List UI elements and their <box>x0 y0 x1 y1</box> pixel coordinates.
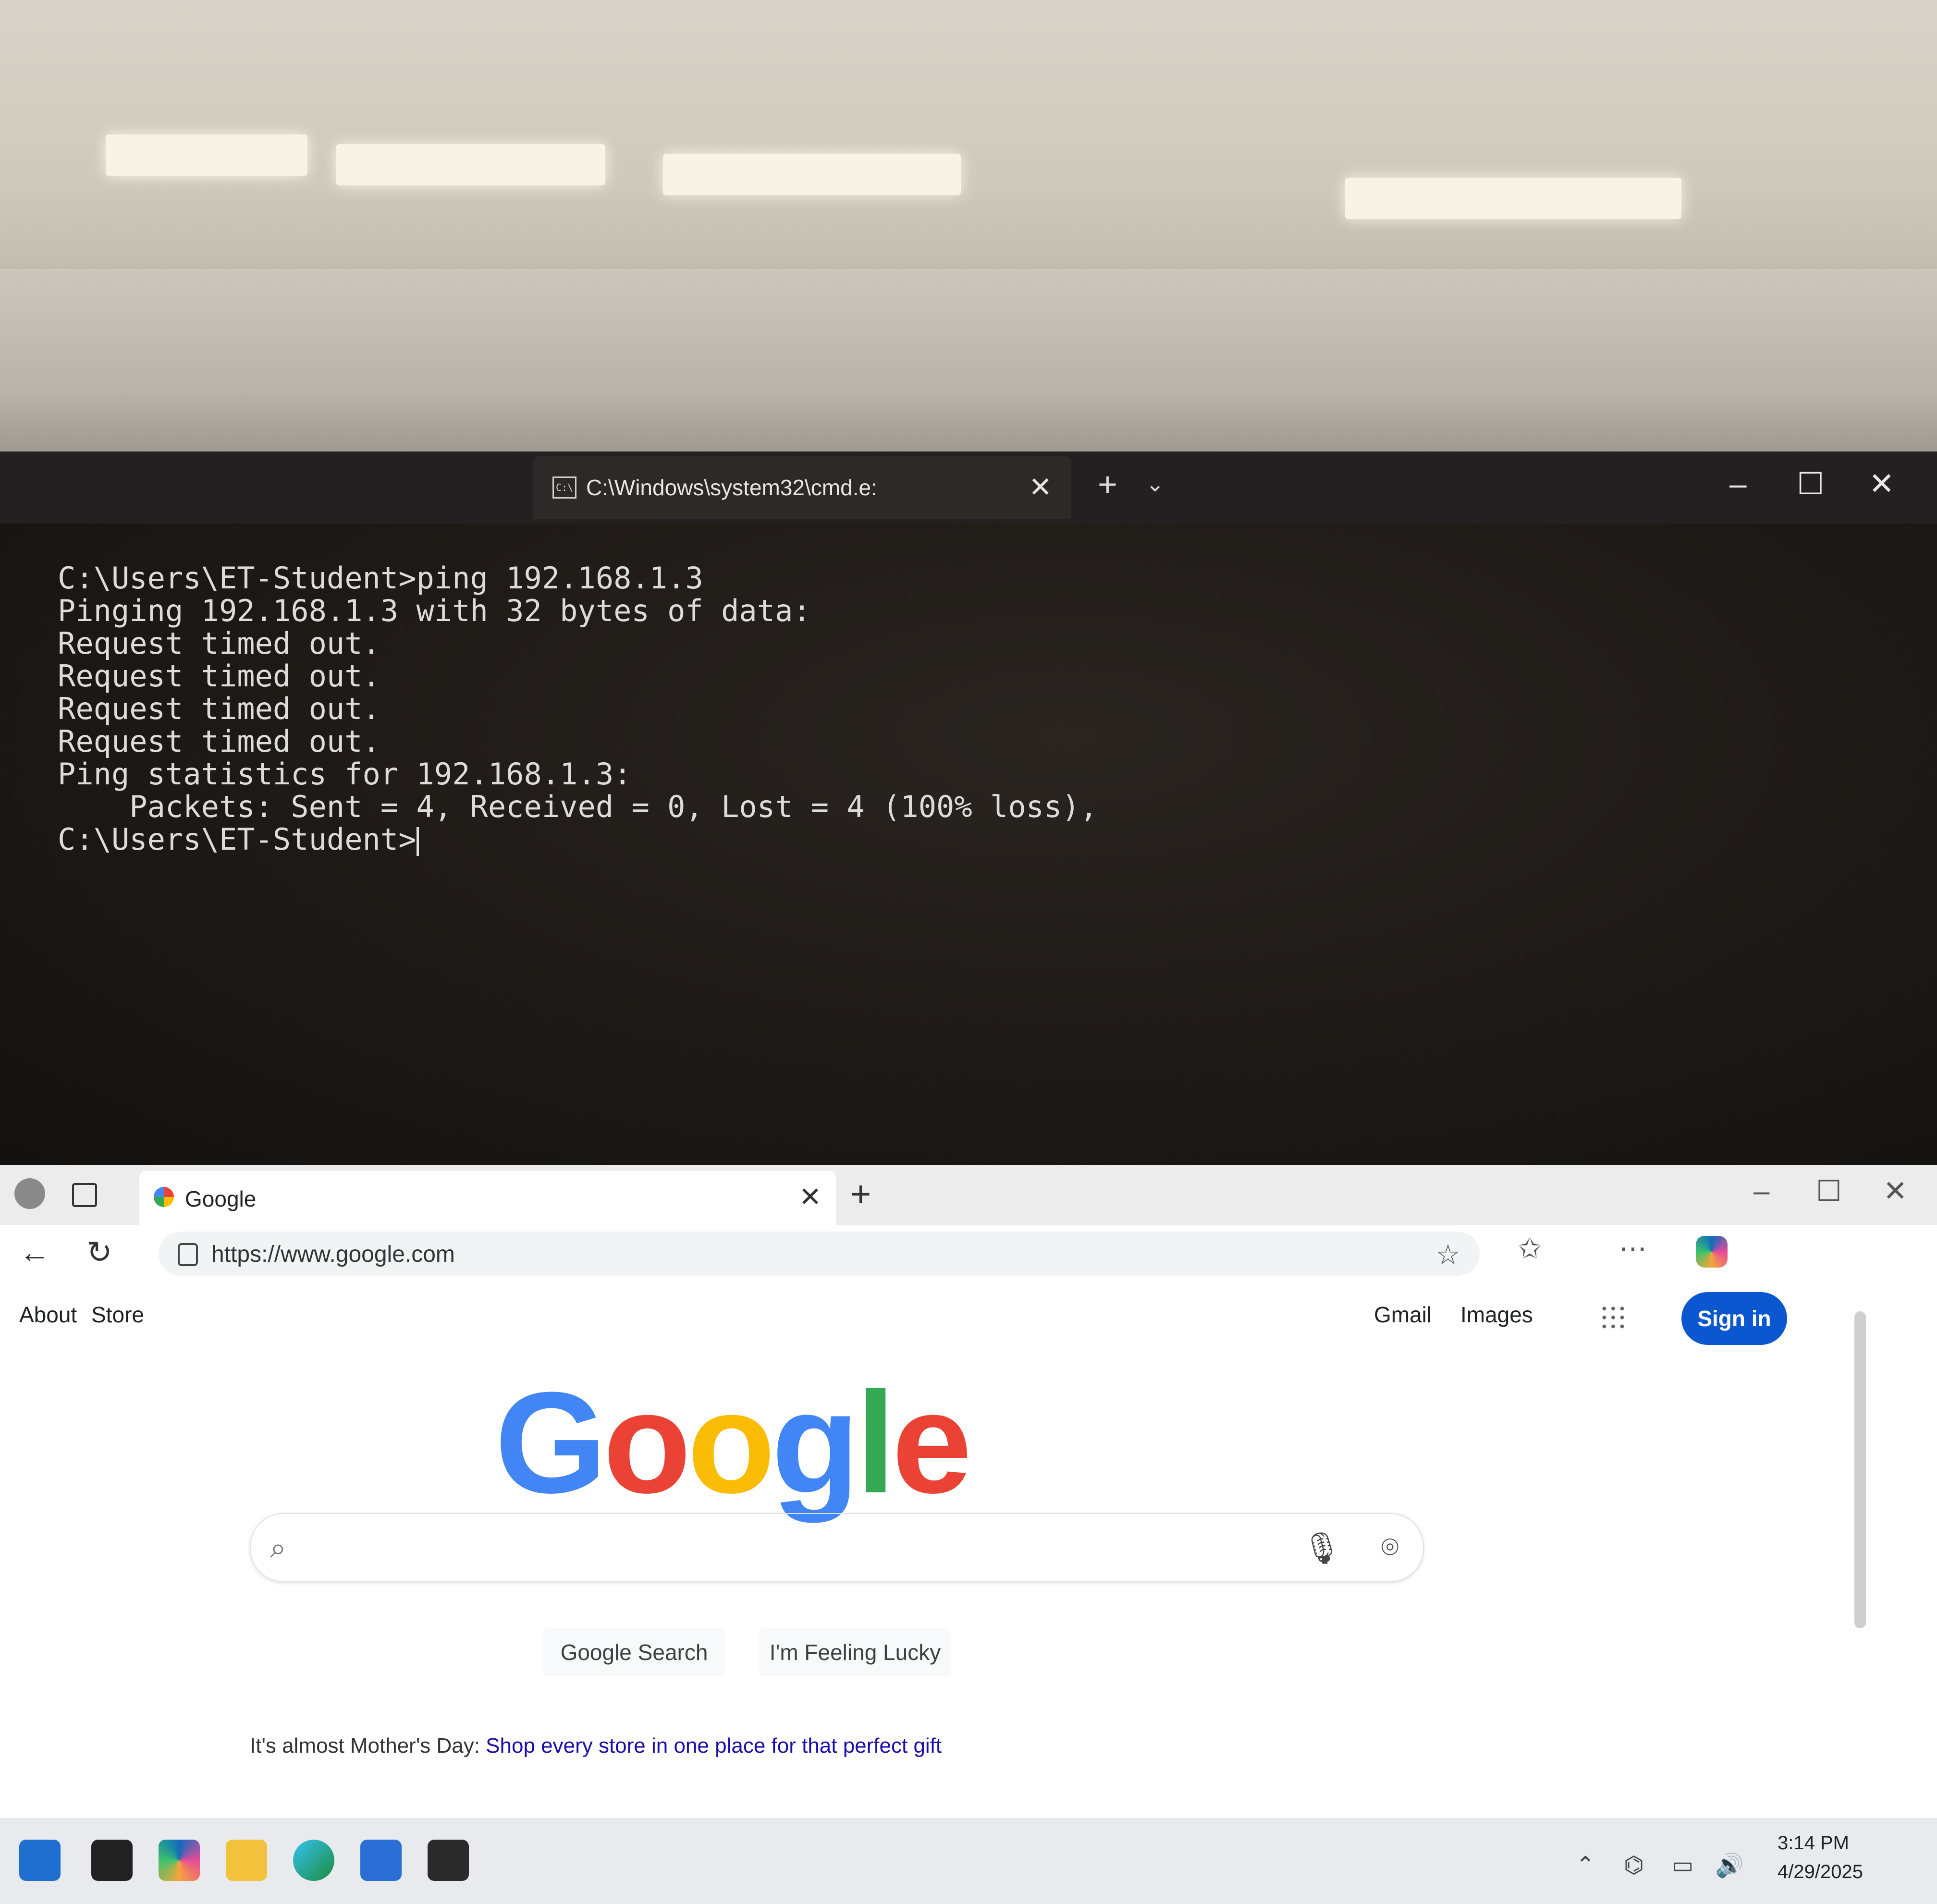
minimize-icon[interactable]: – <box>1753 1174 1769 1208</box>
plus-icon[interactable]: + <box>1098 465 1117 503</box>
gmail-link[interactable]: Gmail <box>1374 1302 1432 1328</box>
terminal-prompt: C:\Users\ET-Student> <box>58 822 417 857</box>
new-tab-plus-icon[interactable]: + <box>850 1173 871 1214</box>
lock-icon[interactable] <box>178 1243 198 1266</box>
terminal-output[interactable]: C:\Users\ET-Student>ping 192.168.1.3 Ping… <box>58 562 1098 856</box>
promo-link[interactable]: Shop every store in one place for that p… <box>486 1734 942 1758</box>
favorites-icon[interactable]: ✩ <box>1518 1232 1542 1265</box>
terminal-line: C:\Users\ET-Student>ping 192.168.1.3 <box>58 561 703 596</box>
clock-time[interactable]: 3:14 PM <box>1778 1832 1849 1854</box>
tab-actions-icon[interactable] <box>72 1183 97 1207</box>
terminal-tab-title: C:\Windows\system32\cmd.e: <box>586 475 877 500</box>
search-input[interactable]: ⌕ 🎙 ⌾ <box>250 1513 1424 1582</box>
terminal-prompt-line: C:\Users\ET-Student> <box>58 823 1098 856</box>
about-link[interactable]: About <box>19 1302 77 1328</box>
terminal-line: Request timed out. <box>58 626 380 661</box>
back-arrow-icon[interactable]: ← <box>19 1234 50 1270</box>
more-options-icon[interactable]: ⋯ <box>1619 1232 1647 1265</box>
ceiling-background <box>0 0 1937 307</box>
google-favicon-icon <box>154 1187 174 1207</box>
address-bar[interactable]: https://www.google.com ☆ <box>159 1232 1480 1276</box>
google-apps-icon[interactable] <box>1600 1304 1627 1331</box>
scrollbar[interactable] <box>1854 1311 1866 1628</box>
maximize-icon[interactable]: ☐ <box>1816 1174 1842 1208</box>
browser-window: Google ✕ + – ☐ ✕ ← ↻ https://www.google.… <box>0 1165 1937 1818</box>
terminal-tab[interactable]: C:\ C:\Windows\system32\cmd.e: ✕ <box>533 456 1071 519</box>
close-icon[interactable]: ✕ <box>1883 1174 1907 1208</box>
camera-search-icon[interactable]: ⌾ <box>1381 1530 1399 1565</box>
browser-tabbar: Google ✕ + – ☐ ✕ <box>0 1165 1937 1225</box>
copilot-taskbar-icon[interactable] <box>159 1840 200 1881</box>
terminal-line: Request timed out. <box>58 691 380 726</box>
task-view-icon[interactable] <box>91 1840 133 1881</box>
images-link[interactable]: Images <box>1460 1302 1533 1328</box>
ceiling-light <box>106 134 307 176</box>
store-icon[interactable] <box>360 1840 402 1881</box>
terminal-line: Request timed out. <box>58 659 380 694</box>
store-link[interactable]: Store <box>91 1302 144 1328</box>
close-icon[interactable]: ✕ <box>1029 471 1052 503</box>
battery-icon[interactable]: ▭ <box>1672 1852 1693 1879</box>
terminal-titlebar: C:\ C:\Windows\system32\cmd.e: ✕ + ⌄ – ☐… <box>0 452 1937 524</box>
clock-date[interactable]: 4/29/2025 <box>1778 1861 1863 1883</box>
terminal-taskbar-icon[interactable] <box>428 1840 469 1881</box>
volume-icon[interactable]: 🔊 <box>1715 1852 1744 1879</box>
refresh-icon[interactable]: ↻ <box>86 1234 112 1270</box>
promo-banner: It's almost Mother's Day: Shop every sto… <box>250 1734 942 1758</box>
taskbar: ⌃ ⌬ ▭ 🔊 3:14 PM 4/29/2025 <box>0 1818 1937 1904</box>
start-icon[interactable] <box>19 1840 61 1881</box>
terminal-window[interactable]: C:\ C:\Windows\system32\cmd.e: ✕ + ⌄ – ☐… <box>0 452 1937 1165</box>
chevron-up-icon[interactable]: ⌃ <box>1576 1852 1595 1879</box>
file-explorer-icon[interactable] <box>226 1840 267 1881</box>
minimize-icon[interactable]: – <box>1729 466 1747 501</box>
terminal-line: Request timed out. <box>58 724 380 759</box>
ceiling-light <box>1345 178 1681 219</box>
url-text[interactable]: https://www.google.com <box>211 1241 455 1268</box>
feeling-lucky-button[interactable]: I'm Feeling Lucky <box>759 1628 951 1676</box>
screen: C:\ C:\Windows\system32\cmd.e: ✕ + ⌄ – ☐… <box>0 452 1937 1904</box>
sign-in-button[interactable]: Sign in <box>1681 1292 1787 1345</box>
tab-google[interactable]: Google ✕ <box>139 1171 836 1225</box>
edge-icon[interactable] <box>293 1840 334 1881</box>
copilot-icon[interactable] <box>1696 1236 1728 1268</box>
promo-text: It's almost Mother's Day: <box>250 1734 486 1758</box>
search-icon: ⌕ <box>270 1532 286 1564</box>
google-homepage: About Store Gmail Images Sign in Google … <box>0 1282 1937 1818</box>
terminal-line: Ping statistics for 192.168.1.3: <box>58 757 632 792</box>
google-search-button[interactable]: Google Search <box>543 1628 725 1676</box>
chevron-down-icon[interactable]: ⌄ <box>1146 471 1165 497</box>
tab-title: Google <box>185 1186 257 1211</box>
google-logo: Google <box>495 1362 972 1523</box>
terminal-line: Pinging 192.168.1.3 with 32 bytes of dat… <box>58 593 811 628</box>
terminal-line: Packets: Sent = 4, Received = 0, Lost = … <box>58 789 1098 824</box>
text-cursor <box>416 827 419 856</box>
close-icon[interactable]: ✕ <box>799 1181 821 1213</box>
close-icon[interactable]: ✕ <box>1869 466 1895 502</box>
ceiling-light <box>663 154 961 195</box>
profile-icon[interactable] <box>14 1178 45 1209</box>
microphone-icon[interactable]: 🎙 <box>1302 1530 1341 1566</box>
cmd-icon: C:\ <box>552 476 576 499</box>
maximize-icon[interactable]: ☐ <box>1797 466 1824 502</box>
network-icon[interactable]: ⌬ <box>1624 1852 1644 1879</box>
ceiling-light <box>336 144 605 185</box>
star-icon[interactable]: ☆ <box>1435 1238 1460 1271</box>
